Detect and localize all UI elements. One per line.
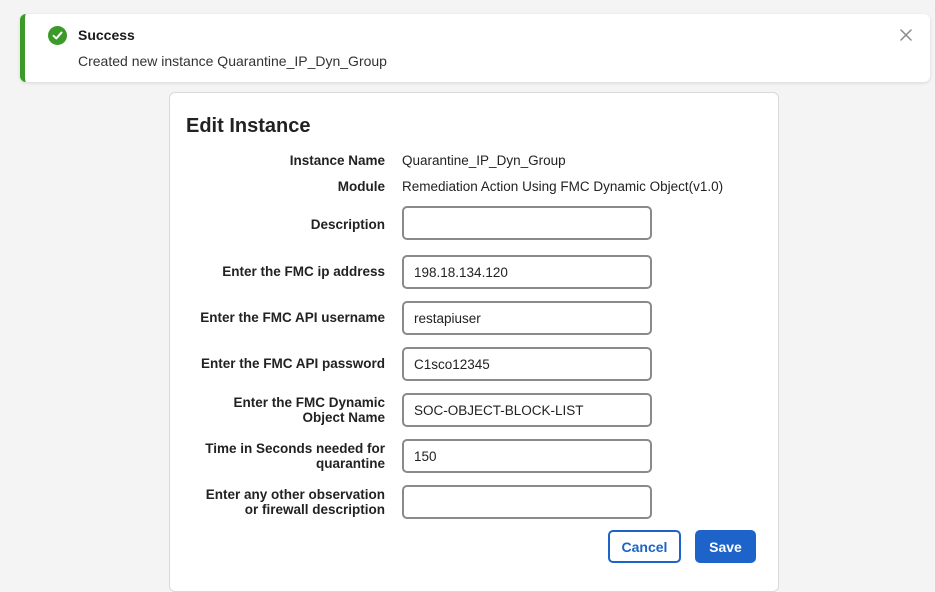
dynamic-object-label-line-1: Enter the FMC Dynamic [233,395,385,410]
cancel-button[interactable]: Cancel [608,530,681,563]
api-password-label: Enter the FMC API password [200,356,385,371]
module-label: Module [337,179,385,194]
save-button[interactable]: Save [695,530,756,563]
check-circle-icon [48,26,67,45]
close-icon[interactable] [896,25,916,45]
quarantine-time-label-line-2: quarantine [315,456,385,471]
dynamic-object-label: Enter the FMC Dynamic Object Name [233,395,385,425]
observation-label: Enter any other observation or firewall … [206,487,385,517]
description-field[interactable] [402,206,652,240]
edit-instance-card: Edit Instance Instance Name Quarantine_I… [169,92,779,592]
quarantine-time-label-line-1: Time in Seconds needed for [205,441,385,456]
module-value: Remediation Action Using FMC Dynamic Obj… [402,179,724,194]
page-title: Edit Instance [186,115,311,137]
dynamic-object-field[interactable] [402,393,652,427]
toast-title: Success [78,27,135,43]
api-username-field[interactable] [402,301,652,335]
quarantine-time-label: Time in Seconds needed for quarantine [205,441,385,471]
fmc-ip-label: Enter the FMC ip address [222,264,385,279]
toast-message: Created new instance Quarantine_IP_Dyn_G… [78,53,387,69]
observation-label-line-2: or firewall description [244,502,385,517]
fmc-ip-field[interactable] [402,255,652,289]
instance-name-value: Quarantine_IP_Dyn_Group [402,153,566,168]
description-label: Description [310,217,385,232]
observation-field[interactable] [402,485,652,519]
api-username-label: Enter the FMC API username [200,310,385,325]
instance-name-label: Instance Name [289,153,385,168]
success-toast: Success Created new instance Quarantine_… [20,14,930,82]
api-password-field[interactable] [402,347,652,381]
dynamic-object-label-line-2: Object Name [302,410,385,425]
observation-label-line-1: Enter any other observation [205,487,385,502]
quarantine-time-field[interactable] [402,439,652,473]
